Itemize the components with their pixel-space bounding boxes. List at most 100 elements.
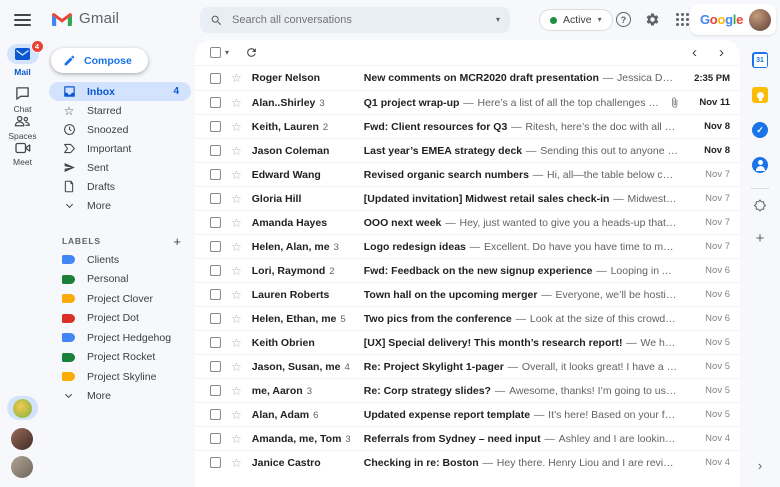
email-row[interactable]: ☆ Lauren Roberts Town hall on the upcomi… <box>195 282 740 306</box>
rail-item-spaces[interactable]: Spaces <box>0 114 45 141</box>
status-selector[interactable]: Active ▾ <box>539 9 613 31</box>
account-chip[interactable]: Google <box>689 4 776 35</box>
rail-item-mail[interactable]: 4 Mail <box>0 40 45 77</box>
search-bar[interactable]: ▾ <box>200 7 510 33</box>
plus-icon[interactable]: + <box>756 230 765 247</box>
row-checkbox[interactable] <box>210 121 221 132</box>
add-label-icon[interactable]: + <box>173 235 181 248</box>
star-icon[interactable]: ☆ <box>231 193 242 205</box>
prev-page-icon[interactable]: ‹ <box>692 45 697 60</box>
sidebar-item-inbox[interactable]: Inbox 4 <box>49 82 191 101</box>
sidebar-item-more-labels[interactable]: More <box>49 387 191 407</box>
settings-gear-icon[interactable] <box>645 12 660 27</box>
star-icon[interactable]: ☆ <box>231 313 242 325</box>
star-icon[interactable]: ☆ <box>231 169 242 181</box>
row-checkbox[interactable] <box>210 313 221 324</box>
addons-icon[interactable] <box>753 198 768 213</box>
sidebar-label-item[interactable]: Project Clover <box>49 289 191 309</box>
rail-item-chat[interactable]: Chat <box>0 86 45 114</box>
contacts-icon[interactable] <box>752 157 768 173</box>
chat-shortcut-active[interactable] <box>7 396 38 420</box>
email-row[interactable]: ☆ Janice Castro Checking in re: Boston —… <box>195 450 740 474</box>
select-dropdown-icon[interactable]: ▾ <box>225 48 229 57</box>
star-icon[interactable]: ☆ <box>231 265 242 277</box>
compose-button[interactable]: Compose <box>51 48 148 73</box>
sidebar-item-starred[interactable]: ☆ Starred <box>49 101 191 120</box>
row-checkbox[interactable] <box>210 145 221 156</box>
next-page-icon[interactable]: › <box>719 45 724 60</box>
tasks-icon[interactable]: ✓ <box>752 122 768 138</box>
sidebar-label-item[interactable]: Project Rocket <box>49 348 191 368</box>
sidebar-item-snoozed[interactable]: Snoozed <box>49 120 191 139</box>
help-icon[interactable]: ? <box>616 12 631 27</box>
collapse-panel-icon[interactable]: › <box>758 458 762 473</box>
row-checkbox[interactable] <box>210 97 221 108</box>
sidebar-item-important[interactable]: Important <box>49 139 191 158</box>
sidebar-item-more[interactable]: More <box>49 196 191 215</box>
avatar[interactable] <box>11 456 33 478</box>
star-icon[interactable]: ☆ <box>231 72 242 84</box>
star-icon[interactable]: ☆ <box>231 145 242 157</box>
sidebar-label-item[interactable]: Personal <box>49 270 191 290</box>
star-icon[interactable]: ☆ <box>231 217 242 229</box>
profile-avatar[interactable] <box>749 8 771 31</box>
menu-icon[interactable] <box>14 14 31 29</box>
star-icon[interactable]: ☆ <box>231 409 242 421</box>
refresh-icon[interactable] <box>245 46 258 59</box>
row-checkbox[interactable] <box>210 241 221 252</box>
sidebar-item-sent[interactable]: Sent <box>49 158 191 177</box>
sidebar-label-item[interactable]: Clients <box>49 250 191 270</box>
star-icon[interactable]: ☆ <box>231 337 242 349</box>
row-checkbox[interactable] <box>210 217 221 228</box>
email-row[interactable]: ☆ Edward Wang Revised organic search num… <box>195 162 740 186</box>
star-icon[interactable]: ☆ <box>231 289 242 301</box>
email-row[interactable]: ☆ Amanda Hayes OOO next week — Hey, just… <box>195 210 740 234</box>
avatar[interactable] <box>11 428 33 450</box>
row-checkbox[interactable] <box>210 265 221 276</box>
star-icon[interactable]: ☆ <box>231 457 242 469</box>
email-row[interactable]: ☆ Alan, Adam 6 Updated expense report te… <box>195 402 740 426</box>
row-checkbox[interactable] <box>210 289 221 300</box>
keep-icon[interactable] <box>752 87 768 103</box>
star-icon[interactable]: ☆ <box>231 361 242 373</box>
sidebar-label-item[interactable]: Project Hedgehog <box>49 328 191 348</box>
row-checkbox[interactable] <box>210 361 221 372</box>
row-checkbox[interactable] <box>210 193 221 204</box>
calendar-icon[interactable]: 31 <box>752 52 768 68</box>
email-row[interactable]: ☆ Jason, Susan, me 4 Re: Project Skyligh… <box>195 354 740 378</box>
email-row[interactable]: ☆ Helen, Alan, me 3 Logo redesign ideas … <box>195 234 740 258</box>
star-icon[interactable]: ☆ <box>231 97 242 109</box>
row-checkbox[interactable] <box>210 457 221 468</box>
mail-icon <box>15 48 30 60</box>
row-checkbox[interactable] <box>210 409 221 420</box>
row-checkbox[interactable] <box>210 385 221 396</box>
row-checkbox[interactable] <box>210 433 221 444</box>
email-row[interactable]: ☆ Keith, Lauren 2 Fwd: Client resources … <box>195 114 740 138</box>
row-checkbox[interactable] <box>210 72 221 84</box>
sidebar-label-item[interactable]: Project Skyline <box>49 367 191 387</box>
sidebar-item-drafts[interactable]: Drafts <box>49 177 191 196</box>
email-row[interactable]: ☆ Keith Obrien [UX] Special delivery! Th… <box>195 330 740 354</box>
star-icon[interactable]: ☆ <box>231 433 242 445</box>
row-checkbox[interactable] <box>210 337 221 348</box>
email-row[interactable]: ☆ me, Aaron 3 Re: Corp strategy slides? … <box>195 378 740 402</box>
apps-grid-icon[interactable] <box>676 13 689 26</box>
star-icon[interactable]: ☆ <box>231 385 242 397</box>
avatar <box>13 398 32 418</box>
email-row[interactable]: ☆ Alan..Shirley 3 Q1 project wrap-up — H… <box>195 90 740 114</box>
rail-item-meet[interactable]: Meet <box>0 142 45 167</box>
row-sender: Keith, Lauren 2 <box>251 120 329 133</box>
search-dropdown-icon[interactable]: ▾ <box>496 16 500 24</box>
email-row[interactable]: ☆ Gloria Hill [Updated invitation] Midwe… <box>195 186 740 210</box>
email-row[interactable]: ☆ Jason Coleman Last year’s EMEA strateg… <box>195 138 740 162</box>
sidebar-label-item[interactable]: Project Dot <box>49 309 191 329</box>
star-icon[interactable]: ☆ <box>231 241 242 253</box>
select-all-checkbox[interactable] <box>210 47 221 58</box>
email-row[interactable]: ☆ Roger Nelson New comments on MCR2020 d… <box>195 66 740 90</box>
email-row[interactable]: ☆ Amanda, me, Tom 3 Referrals from Sydne… <box>195 426 740 450</box>
email-row[interactable]: ☆ Helen, Ethan, me 5 Two pics from the c… <box>195 306 740 330</box>
row-checkbox[interactable] <box>210 169 221 180</box>
email-row[interactable]: ☆ Lori, Raymond 2 Fwd: Feedback on the n… <box>195 258 740 282</box>
star-icon[interactable]: ☆ <box>231 121 242 133</box>
search-input[interactable] <box>232 14 496 26</box>
